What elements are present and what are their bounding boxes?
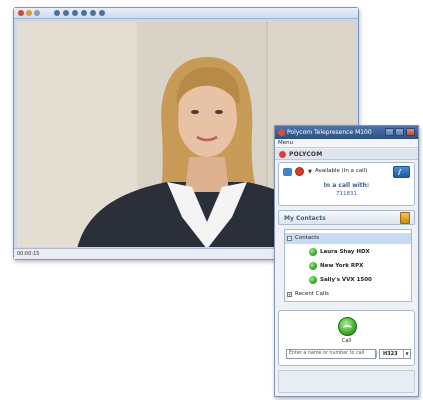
menu-bar: Menu [275, 139, 418, 148]
chevron-down-icon[interactable]: ▼ [308, 169, 312, 175]
in-call-label: In a call with: [323, 182, 370, 189]
minimize-icon[interactable] [26, 10, 32, 16]
video-camera-icon[interactable] [393, 166, 410, 178]
presence-available-icon [309, 248, 317, 256]
maximize-icon[interactable] [34, 10, 40, 16]
contact-name: Sally's VVX 1500 [320, 277, 372, 283]
toolbar-icon[interactable] [54, 10, 60, 16]
status-panel: ▼ Available (In a call) In a call with: … [278, 162, 415, 206]
toolbar-icon[interactable] [99, 10, 105, 16]
contacts-header: My Contacts [278, 210, 415, 225]
expand-icon[interactable]: + [287, 292, 292, 297]
contact-name: Laura Shay HDX [320, 249, 370, 255]
toolbar-icon[interactable] [72, 10, 78, 16]
contacts-header-label: My Contacts [284, 215, 326, 222]
presence-available-icon [309, 262, 317, 270]
video-titlebar [14, 8, 358, 19]
contact-name: New York RPX [320, 263, 364, 269]
call-button-label: Call [341, 338, 352, 344]
brand-bar: POLYCOM [275, 149, 418, 160]
polycom-app-icon [278, 129, 285, 136]
protocol-select[interactable]: H323 ▼ [379, 349, 411, 359]
recent-calls-group[interactable]: + Recent Calls [285, 289, 411, 300]
collapse-icon[interactable]: − [287, 236, 292, 241]
contact-item[interactable]: Laura Shay HDX [309, 246, 411, 258]
address-book-icon[interactable] [400, 212, 410, 224]
presence-available-icon [309, 276, 317, 284]
contact-item[interactable]: Sally's VVX 1500 [309, 274, 411, 286]
do-not-disturb-icon[interactable] [295, 167, 304, 176]
close-icon[interactable] [406, 128, 415, 136]
minimize-icon[interactable] [385, 128, 394, 136]
dial-input[interactable]: Enter a name or number to call ▼ [286, 349, 382, 359]
toolbar-icon[interactable] [90, 10, 96, 16]
toolbar-icons [54, 10, 114, 17]
toolbar-icon[interactable] [63, 10, 69, 16]
contact-item[interactable]: New York RPX [309, 260, 411, 272]
client-title-text: Polycom Telepresence M100 [287, 129, 372, 136]
recent-calls-label: Recent Calls [295, 291, 329, 297]
chat-icon[interactable] [283, 168, 292, 176]
dial-panel: Call Enter a name or number to call ▼ H3… [278, 310, 415, 366]
contacts-tree: − Contacts Laura Shay HDX New York RPX S… [284, 229, 412, 302]
maximize-icon[interactable] [395, 128, 404, 136]
close-icon[interactable] [18, 10, 24, 16]
call-duration: 00:00:15 [17, 251, 40, 257]
dial-placeholder: Enter a name or number to call [289, 351, 365, 356]
polycom-logo-icon [279, 151, 286, 158]
toolbar-icon[interactable] [81, 10, 87, 16]
availability-status[interactable]: Available (In a call) [315, 168, 367, 174]
in-call-number: 711831 [336, 191, 357, 197]
menu-item[interactable]: Menu [278, 140, 293, 146]
contacts-group-label: Contacts [295, 235, 320, 241]
bottom-panel [278, 370, 415, 393]
call-button[interactable] [338, 317, 357, 336]
brand-name: POLYCOM [289, 151, 323, 158]
protocol-value: H323 [383, 351, 398, 357]
chevron-down-icon[interactable]: ▼ [403, 350, 410, 358]
telepresence-client-window: Polycom Telepresence M100 Menu POLYCOM ▼… [274, 125, 419, 397]
contacts-group[interactable]: − Contacts [285, 233, 411, 244]
client-titlebar: Polycom Telepresence M100 [275, 126, 418, 139]
